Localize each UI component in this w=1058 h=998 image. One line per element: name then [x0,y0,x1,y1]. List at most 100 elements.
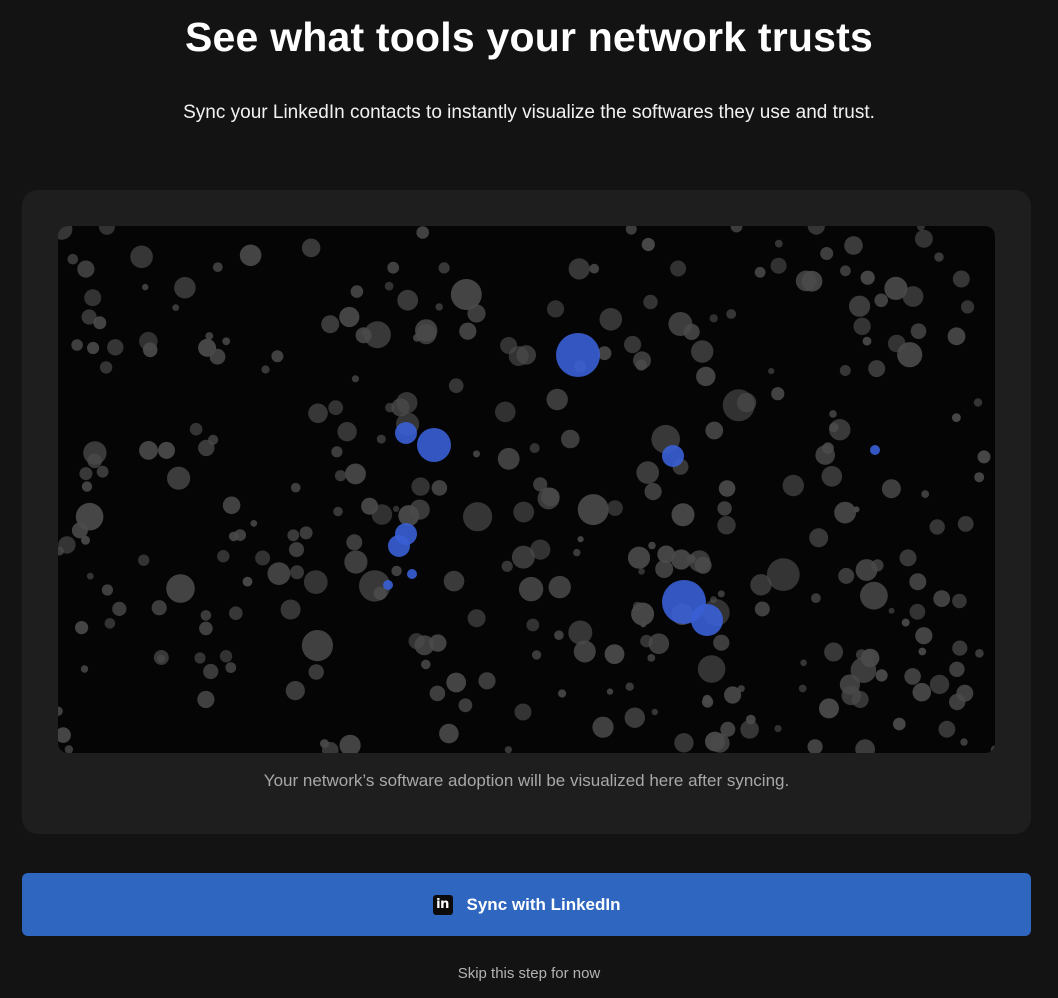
network-node [702,696,714,708]
network-node [643,294,658,310]
network-node [229,606,243,620]
network-node [635,359,647,371]
network-node [99,361,113,374]
network-node [222,496,241,515]
network-node [829,422,839,433]
network-node [874,293,888,308]
network-node [337,422,357,442]
network-node [829,410,837,418]
skip-step-link[interactable]: Skip this step for now [0,965,1058,982]
network-node [754,601,770,617]
highlighted-node [383,580,393,590]
network-node [768,368,775,375]
network-node [467,609,486,628]
network-node [344,550,368,574]
network-node [339,306,360,328]
network-node [58,226,73,240]
network-node [431,480,448,496]
network-node [638,568,645,575]
network-node [548,575,571,599]
network-node [990,745,995,753]
network-node [514,703,532,721]
network-node [308,664,324,680]
network-node [411,477,430,496]
network-node [798,684,807,693]
highlighted-node [691,604,723,636]
network-node [914,229,933,248]
network-node [459,322,477,340]
network-node [446,672,467,693]
network-node [438,262,450,274]
network-node [290,482,301,493]
network-node [902,286,924,307]
network-node [670,260,687,277]
network-node [881,479,901,499]
network-node [771,387,785,401]
network-node [554,630,564,640]
network-node [838,567,855,584]
network-node [973,398,983,407]
network-node [350,285,364,298]
network-node [607,500,623,516]
network-node [625,226,637,235]
network-node [261,365,270,374]
network-node [800,659,807,667]
network-node [203,663,219,680]
network-node [355,327,372,344]
network-node [75,502,104,531]
network-node [683,323,700,340]
network-node [974,472,985,483]
network-node [691,340,714,363]
network-node [844,236,863,255]
network-node [333,506,343,517]
network-node [912,682,932,702]
network-node [770,257,787,274]
network-node [726,309,737,319]
network-node [888,607,895,614]
network-node [853,317,871,335]
network-node [67,253,79,265]
network-node [674,733,694,753]
network-node [58,536,76,554]
network-node [904,668,921,685]
network-node [58,706,63,716]
network-node [860,270,875,285]
network-node [640,621,647,628]
network-node [862,336,872,346]
network-node [546,388,568,411]
network-node [686,554,696,564]
network-node [947,327,966,346]
network-node [822,442,834,454]
network-node [416,226,430,239]
network-node [589,263,600,274]
network-node [855,739,875,753]
network-node [975,649,984,658]
onboarding-page: See what tools your network trusts Sync … [0,0,1058,998]
network-node [346,534,363,551]
network-node [754,266,766,278]
network-node [107,339,124,356]
network-node [952,593,967,609]
highlighted-node [388,535,410,557]
network-node [87,341,100,355]
network-node [200,610,212,621]
network-node [96,465,109,478]
sync-linkedin-button[interactable]: in Sync with LinkedIn [22,873,1031,936]
network-node [158,441,175,459]
network-node [497,447,520,470]
network-node [918,647,927,656]
highlighted-node [556,333,600,377]
network-node [58,727,71,743]
network-node [384,281,394,291]
network-node [774,725,782,733]
network-node [561,429,580,449]
network-node [627,546,651,569]
network-node [849,295,871,317]
network-node [301,238,321,258]
network-node [745,714,756,725]
network-node [949,661,965,677]
network-node [573,640,596,663]
network-node [909,603,926,620]
network-node [647,654,656,662]
network-node [868,360,886,378]
